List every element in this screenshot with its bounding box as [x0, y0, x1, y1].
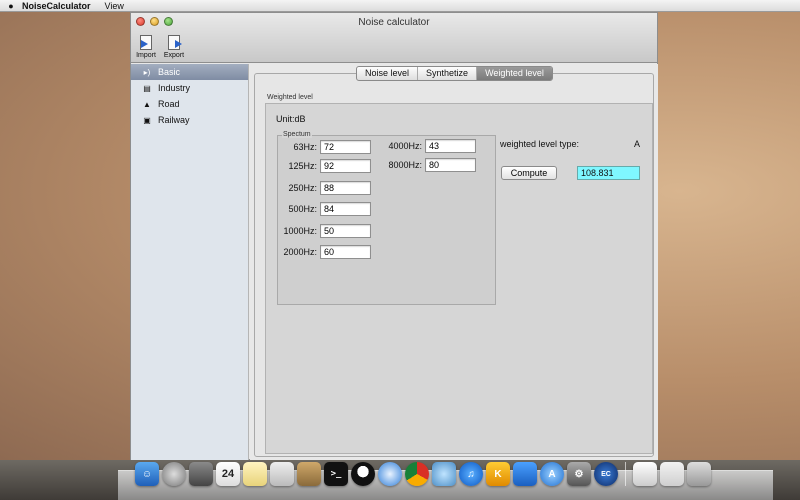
menu-view[interactable]: View	[105, 1, 124, 11]
sidebar-item-label: Basic	[158, 67, 181, 77]
sidebar-item-label: Industry	[158, 83, 191, 93]
terminal-icon[interactable]: >_	[324, 462, 348, 486]
sidebar-item-label: Road	[158, 99, 180, 109]
field-row-1000hz: 1000Hz:	[280, 224, 371, 238]
input-1000hz[interactable]	[320, 224, 371, 238]
notes-icon[interactable]	[243, 462, 267, 486]
input-500hz[interactable]	[320, 202, 371, 216]
spectrum-group: 63Hz: 125Hz: 250Hz: 500Hz:	[277, 135, 496, 305]
tab-bar: Noise level Synthetize Weighted level	[356, 66, 553, 81]
window-title: Noise calculator	[358, 17, 430, 28]
field-row-4000hz: 4000Hz:	[382, 139, 476, 153]
field-row-500hz: 500Hz:	[280, 202, 371, 216]
input-8000hz[interactable]	[425, 158, 476, 172]
factory-icon: ▤	[143, 83, 151, 93]
sidebar-item-label: Railway	[158, 115, 190, 125]
documents-stack-icon[interactable]	[660, 462, 684, 486]
sidebar: ▸) Basic ▤ Industry ▲ Road ▣ Railway	[131, 64, 249, 460]
apple-icon[interactable]: ●	[0, 1, 22, 11]
field-label: 250Hz:	[288, 183, 317, 193]
export-button[interactable]: Export	[163, 35, 185, 59]
field-label: 1000Hz:	[283, 226, 317, 236]
train-icon: ▣	[143, 115, 151, 125]
result-field: 108.831	[577, 166, 640, 180]
weighted-level-group: Unit:dB Spectum 63Hz: 125Hz: 250Hz:	[265, 103, 653, 454]
sidebar-item-industry[interactable]: ▤ Industry	[131, 80, 248, 96]
unit-label: Unit:dB	[276, 114, 306, 124]
weighted-level-type-value[interactable]: A	[634, 139, 640, 149]
field-row-2000hz: 2000Hz:	[280, 245, 371, 259]
car-icon: ▲	[143, 99, 151, 109]
tab-synthetize[interactable]: Synthetize	[417, 67, 476, 80]
input-4000hz[interactable]	[425, 139, 476, 153]
import-label: Import	[136, 52, 156, 59]
title-bar: Noise calculator Import Export	[131, 13, 657, 63]
calendar-icon[interactable]: 24	[216, 462, 240, 486]
field-label: 500Hz:	[288, 204, 317, 214]
input-125hz[interactable]	[320, 159, 371, 173]
zip-file-icon[interactable]	[633, 462, 657, 486]
menu-bar: ● NoiseCalculator View	[0, 0, 800, 12]
xcode-icon[interactable]	[513, 462, 537, 486]
spectrum-label: Spectum	[282, 131, 312, 138]
app-store-icon[interactable]: A	[540, 462, 564, 486]
dock: ☺ 24 >_ ♫ K A ⚙ EC	[135, 462, 711, 486]
menu-app-name[interactable]: NoiseCalculator	[22, 1, 91, 11]
field-row-125hz: 125Hz:	[280, 159, 371, 173]
itunes-icon[interactable]: ♫	[459, 462, 483, 486]
network-icon[interactable]	[432, 462, 456, 486]
field-label: 8000Hz:	[388, 160, 422, 170]
eclipse-icon[interactable]: EC	[594, 462, 618, 486]
sidebar-item-road[interactable]: ▲ Road	[131, 96, 248, 112]
app-window: Noise calculator Import Export ▸) Basic …	[130, 12, 658, 460]
trash-icon[interactable]	[687, 462, 711, 486]
tab-noise-level[interactable]: Noise level	[357, 67, 417, 80]
field-row-63hz: 63Hz:	[280, 140, 371, 154]
input-250hz[interactable]	[320, 181, 371, 195]
import-icon	[138, 35, 154, 51]
export-icon	[166, 35, 182, 51]
input-2000hz[interactable]	[320, 245, 371, 259]
group-label: Weighted level	[267, 94, 313, 101]
field-row-8000hz: 8000Hz:	[382, 158, 476, 172]
sidebar-item-basic[interactable]: ▸) Basic	[131, 64, 248, 80]
toolbar: Import Export	[135, 35, 185, 59]
dvd-player-icon[interactable]	[162, 462, 186, 486]
chrome-icon[interactable]	[405, 462, 429, 486]
import-button[interactable]: Import	[135, 35, 157, 59]
tab-weighted-level[interactable]: Weighted level	[476, 67, 552, 80]
main-content: Noise level Synthetize Weighted level We…	[250, 64, 658, 460]
qq-penguin-icon[interactable]	[351, 462, 375, 486]
safari-icon[interactable]	[378, 462, 402, 486]
system-preferences-icon[interactable]: ⚙	[567, 462, 591, 486]
compute-button[interactable]: Compute	[501, 166, 557, 180]
field-row-250hz: 250Hz:	[280, 181, 371, 195]
input-63hz[interactable]	[320, 140, 371, 154]
game-icon[interactable]	[189, 462, 213, 486]
field-label: 125Hz:	[288, 161, 317, 171]
export-label: Export	[163, 52, 185, 59]
kuaipan-icon[interactable]: K	[486, 462, 510, 486]
field-label: 63Hz:	[293, 142, 317, 152]
dock-separator	[625, 462, 626, 486]
tab-panel: Weighted level Unit:dB Spectum 63Hz: 125…	[254, 73, 654, 457]
speaker-icon: ▸)	[143, 67, 151, 77]
field-label: 4000Hz:	[388, 141, 422, 151]
folder-icon[interactable]	[297, 462, 321, 486]
finder-icon[interactable]: ☺	[135, 462, 159, 486]
weighted-level-type-label: weighted level type:	[500, 139, 580, 149]
field-label: 2000Hz:	[283, 247, 317, 257]
preview-icon[interactable]	[270, 462, 294, 486]
sidebar-item-railway[interactable]: ▣ Railway	[131, 112, 248, 128]
